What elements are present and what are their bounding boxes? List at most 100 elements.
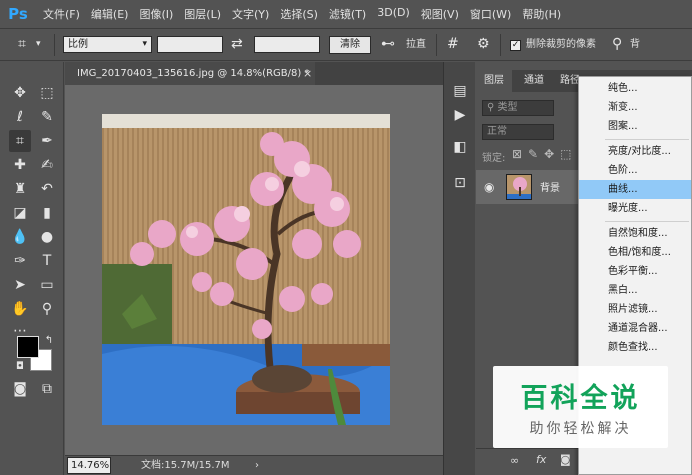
crop-preset-icon[interactable]: ⌗ bbox=[18, 35, 26, 53]
straighten-label[interactable]: 拉直 bbox=[406, 36, 426, 54]
quick-mask-icon[interactable]: ◙ bbox=[9, 378, 31, 400]
foreground-color-swatch[interactable] bbox=[17, 336, 39, 358]
clear-button[interactable]: 清除 bbox=[329, 36, 371, 54]
rectangle-shape-icon[interactable]: ▭ bbox=[36, 274, 58, 296]
menu-item-brightness-contrast[interactable]: 亮度/对比度... bbox=[579, 142, 691, 161]
lock-options-icons[interactable]: ⊠✎✥⬚ bbox=[512, 147, 578, 161]
eye-visibility-icon[interactable]: ◉ bbox=[484, 180, 494, 194]
history-brush-icon[interactable]: ↶ bbox=[36, 178, 58, 200]
partial-label[interactable]: 背 bbox=[630, 36, 640, 54]
menu-item-vibrance[interactable]: 自然饱和度... bbox=[579, 224, 691, 243]
document-image[interactable] bbox=[102, 114, 390, 425]
divider bbox=[436, 34, 437, 56]
path-select-icon[interactable]: ➤ bbox=[9, 274, 31, 296]
menu-3d[interactable]: 3D(D) bbox=[377, 6, 410, 22]
link-layers-icon[interactable]: ∞ bbox=[510, 454, 519, 467]
menu-layer[interactable]: 图层(L) bbox=[184, 6, 221, 22]
ratio-dropdown[interactable]: 比例 ▾ bbox=[63, 36, 152, 53]
brush-icon[interactable]: ✍ bbox=[36, 154, 58, 176]
menu-file[interactable]: 文件(F) bbox=[43, 6, 80, 22]
menu-item-color-balance[interactable]: 色彩平衡... bbox=[579, 262, 691, 281]
document-tab[interactable]: IMG_20170403_135616.jpg @ 14.8%(RGB/8) * bbox=[65, 62, 315, 85]
screen-mode-icon[interactable]: ⧉ bbox=[36, 378, 58, 400]
properties-panel-icon[interactable]: ⊡ bbox=[449, 172, 471, 194]
menu-item-color-lookup[interactable]: 颜色查找... bbox=[579, 338, 691, 357]
gradient-icon[interactable]: ▮ bbox=[36, 202, 58, 224]
blend-mode-dropdown[interactable]: 正常 bbox=[482, 124, 554, 140]
menu-separator bbox=[605, 139, 689, 140]
document-info: 文档:15.7M/15.7M bbox=[141, 460, 230, 471]
menu-item-pattern[interactable]: 图案... bbox=[579, 117, 691, 136]
blur-icon[interactable]: 💧 bbox=[9, 226, 31, 248]
rect-marquee-icon[interactable]: ⬚ bbox=[36, 82, 58, 104]
straighten-icon[interactable]: ⊷ bbox=[381, 35, 395, 53]
menu-item-hue-saturation[interactable]: 色相/饱和度... bbox=[579, 243, 691, 262]
watermark-logo: 百科全说 助你轻松解决 bbox=[493, 366, 668, 448]
menu-edit[interactable]: 编辑(E) bbox=[91, 6, 129, 22]
menu-item-gradient[interactable]: 渐变... bbox=[579, 98, 691, 117]
photoshop-logo: Ps bbox=[8, 5, 28, 23]
menu-bar: Ps 文件(F) 编辑(E) 图像(I) 图层(L) 文字(Y) 选择(S) 滤… bbox=[0, 0, 692, 28]
lock-label: 锁定: bbox=[482, 153, 506, 164]
tab-layers[interactable]: 图层 bbox=[476, 70, 512, 92]
menu-help[interactable]: 帮助(H) bbox=[522, 6, 561, 22]
clone-stamp-icon[interactable]: ♜ bbox=[9, 178, 31, 200]
layer-name[interactable]: 背景 bbox=[540, 179, 560, 194]
type-icon[interactable]: T bbox=[36, 250, 58, 272]
menu-separator bbox=[605, 221, 689, 222]
document-tab-bar: IMG_20170403_135616.jpg @ 14.8%(RGB/8) *… bbox=[65, 62, 443, 85]
healing-brush-icon[interactable]: ✚ bbox=[9, 154, 31, 176]
zoom-icon[interactable]: ⚲ bbox=[36, 298, 58, 320]
menu-view[interactable]: 视图(V) bbox=[421, 6, 459, 22]
divider bbox=[500, 34, 501, 56]
fx-button[interactable]: fx bbox=[536, 453, 546, 466]
watermark-subtitle: 助你轻松解决 bbox=[529, 421, 632, 437]
tab-channels[interactable]: 通道 bbox=[516, 70, 552, 92]
layer-kind-dropdown[interactable]: ⚲ 类型 bbox=[482, 100, 554, 116]
delete-cropped-checkbox[interactable]: ✓ bbox=[510, 40, 521, 51]
menu-window[interactable]: 窗口(W) bbox=[470, 6, 511, 22]
gear-icon[interactable]: ⚙ bbox=[477, 35, 490, 53]
move-icon[interactable]: ✥ bbox=[9, 82, 31, 104]
panel-dock: ▤ ▶ ◧ ⊡ bbox=[443, 62, 475, 475]
hand-icon[interactable]: ✋ bbox=[9, 298, 31, 320]
status-bar: 14.76% 文档:15.7M/15.7M › bbox=[65, 455, 443, 475]
actions-play-icon[interactable]: ▶ bbox=[449, 104, 471, 126]
menu-select[interactable]: 选择(S) bbox=[280, 6, 318, 22]
menu-item-solid-color[interactable]: 纯色... bbox=[579, 79, 691, 98]
pen-icon[interactable]: ✑ bbox=[9, 250, 31, 272]
history-panel-icon[interactable]: ▤ bbox=[449, 80, 471, 102]
quick-select-icon[interactable]: ✎ bbox=[36, 106, 58, 128]
add-mask-icon[interactable]: ◙ bbox=[560, 453, 571, 466]
search-icon[interactable]: ⚲ bbox=[612, 35, 622, 53]
chevron-down-icon[interactable]: ▾ bbox=[36, 35, 41, 53]
menu-type[interactable]: 文字(Y) bbox=[232, 6, 269, 22]
default-colors-icon[interactable]: ◘ bbox=[9, 356, 31, 378]
menu-filter[interactable]: 滤镜(T) bbox=[329, 6, 366, 22]
menu-item-photo-filter[interactable]: 照片滤镜... bbox=[579, 300, 691, 319]
ratio-value: 比例 bbox=[68, 39, 88, 50]
delete-cropped-label[interactable]: 删除裁剪的像素 bbox=[526, 36, 596, 54]
menu-item-levels[interactable]: 色阶... bbox=[579, 161, 691, 180]
crop-icon[interactable]: ⌗ bbox=[9, 130, 31, 152]
menu-image[interactable]: 图像(I) bbox=[139, 6, 173, 22]
lasso-icon[interactable]: ℓ bbox=[9, 106, 31, 128]
chevron-down-icon: ▾ bbox=[142, 39, 147, 49]
eyedropper-icon[interactable]: ✒ bbox=[36, 130, 58, 152]
adjustments-panel-icon[interactable]: ◧ bbox=[449, 136, 471, 158]
menu-item-exposure[interactable]: 曝光度... bbox=[579, 199, 691, 218]
close-icon[interactable]: × bbox=[303, 62, 312, 85]
height-field[interactable] bbox=[254, 36, 320, 53]
dodge-icon[interactable]: ● bbox=[36, 226, 58, 248]
swap-icon[interactable]: ⇄ bbox=[231, 35, 243, 53]
width-field[interactable] bbox=[157, 36, 223, 53]
status-menu-arrow[interactable]: › bbox=[255, 456, 259, 475]
overlay-grid-icon[interactable]: # bbox=[447, 35, 459, 53]
blend-mode-value: 正常 bbox=[487, 126, 507, 137]
menu-item-channel-mixer[interactable]: 通道混合器... bbox=[579, 319, 691, 338]
zoom-field[interactable]: 14.76% bbox=[67, 457, 111, 474]
layer-thumbnail-image bbox=[507, 175, 531, 199]
menu-item-curves[interactable]: 曲线... bbox=[579, 180, 691, 199]
menu-item-black-white[interactable]: 黑白... bbox=[579, 281, 691, 300]
eraser-icon[interactable]: ◪ bbox=[9, 202, 31, 224]
